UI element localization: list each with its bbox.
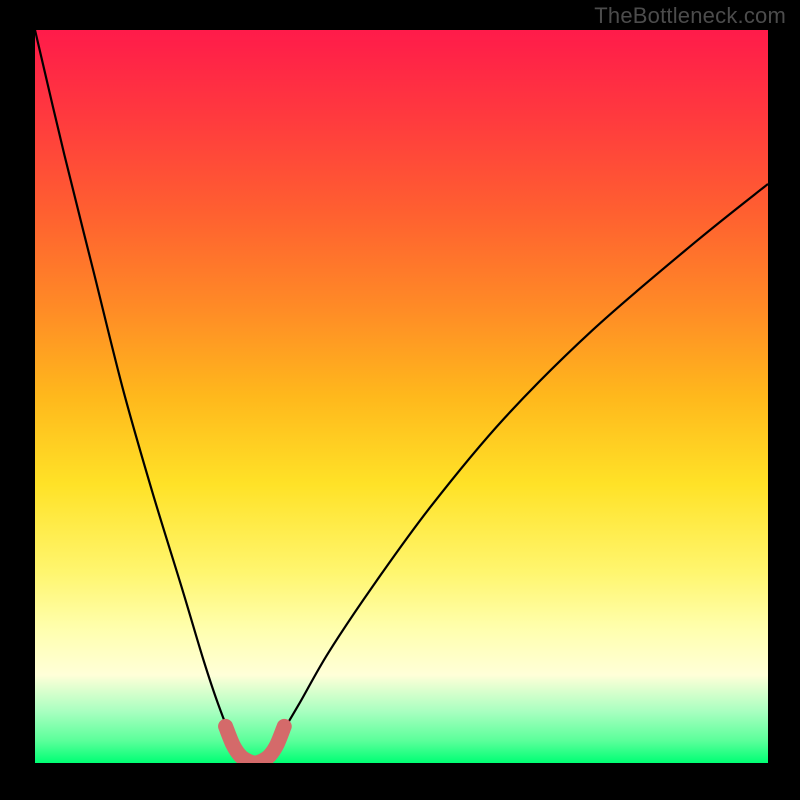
chart-container: TheBottleneck.com xyxy=(0,0,800,800)
watermark-text: TheBottleneck.com xyxy=(594,3,786,29)
curve-overlay xyxy=(35,30,768,763)
notch-accent xyxy=(226,726,285,763)
bottleneck-curve xyxy=(35,30,768,763)
